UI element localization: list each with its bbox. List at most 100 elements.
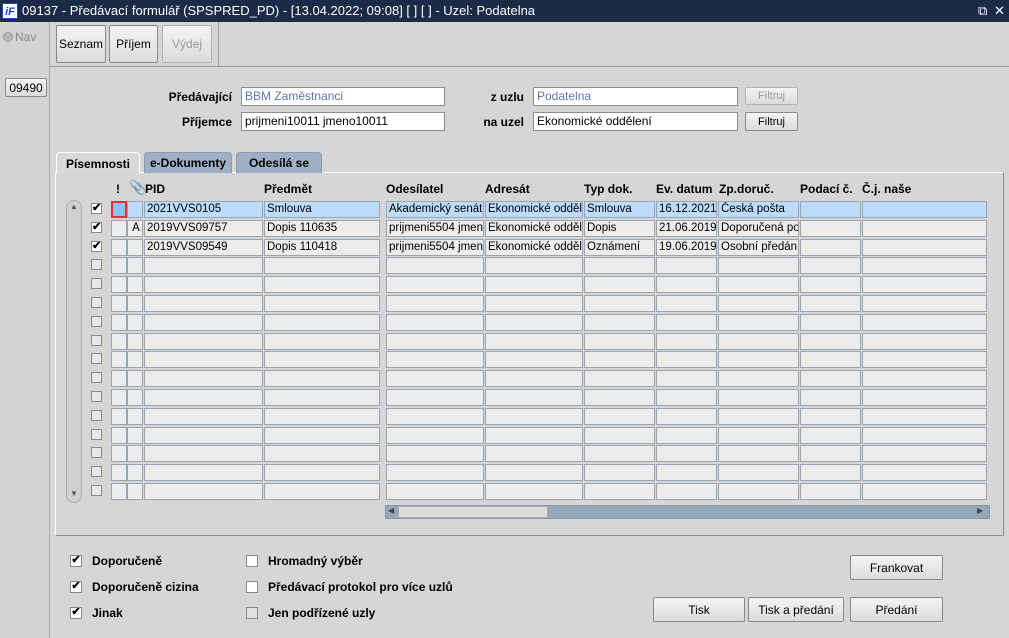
cell-odesilatel[interactable]	[386, 426, 484, 444]
scroll-down-icon[interactable]: ▼	[68, 489, 80, 501]
cell-odesilatel[interactable]	[386, 351, 484, 369]
cell-datum[interactable]	[656, 313, 717, 331]
cell-cj[interactable]	[862, 219, 987, 237]
row-checkbox[interactable]	[91, 334, 102, 346]
row-checkbox[interactable]	[91, 372, 102, 384]
cell-pid[interactable]	[144, 389, 263, 406]
cell-typ[interactable]	[584, 332, 655, 350]
cell-cj[interactable]	[862, 483, 987, 500]
cell-cj[interactable]	[862, 332, 987, 350]
cell-cj[interactable]	[862, 276, 987, 294]
cell-typ[interactable]: Oznámení	[584, 238, 655, 256]
cell-datum[interactable]: 16.12.2021	[656, 201, 717, 218]
cell-attach[interactable]	[127, 257, 143, 275]
cell-predmet[interactable]	[264, 295, 380, 312]
row-checkbox[interactable]: ✔	[91, 221, 102, 233]
cell-attach[interactable]	[127, 295, 143, 312]
cell-podaci[interactable]	[800, 257, 861, 275]
cell-podaci[interactable]	[800, 483, 861, 500]
cell-odesilatel[interactable]	[386, 464, 484, 482]
cell-flag[interactable]	[111, 332, 127, 350]
cell-attach[interactable]	[127, 313, 143, 331]
cell-adresat[interactable]	[485, 313, 583, 331]
cell-attach[interactable]	[127, 238, 143, 256]
cell-zp[interactable]	[718, 276, 799, 294]
cell-attach[interactable]: A	[127, 219, 143, 237]
cell-cj[interactable]	[862, 201, 987, 218]
header-podaci-c[interactable]: Podací č.	[800, 182, 853, 196]
z-uzlu-field[interactable]: Podatelna	[533, 87, 738, 106]
cell-pid[interactable]	[144, 445, 263, 463]
option-label[interactable]: Doporučeně cizina	[92, 580, 199, 594]
scroll-right-icon[interactable]: ▶	[977, 506, 987, 515]
cell-predmet[interactable]	[264, 313, 380, 331]
row-checkbox[interactable]	[91, 315, 102, 327]
cell-odesilatel[interactable]	[386, 407, 484, 425]
cell-typ[interactable]	[584, 389, 655, 406]
cell-pid[interactable]	[144, 483, 263, 500]
cell-flag[interactable]	[111, 276, 127, 294]
option-label[interactable]: Předávací protokol pro více uzlů	[268, 580, 453, 594]
cell-podaci[interactable]	[800, 238, 861, 256]
cell-pid[interactable]	[144, 370, 263, 388]
cell-pid[interactable]	[144, 426, 263, 444]
cell-datum[interactable]	[656, 464, 717, 482]
cell-adresat[interactable]	[485, 276, 583, 294]
cell-predmet[interactable]	[264, 257, 380, 275]
cell-podaci[interactable]	[800, 351, 861, 369]
row-checkbox[interactable]	[91, 297, 102, 308]
scroll-up-icon[interactable]: ▲	[68, 202, 80, 214]
cell-zp[interactable]	[718, 295, 799, 312]
cell-datum[interactable]: 19.06.2019	[656, 238, 717, 256]
cell-typ[interactable]	[584, 313, 655, 331]
header-typ-dok[interactable]: Typ dok.	[584, 182, 632, 196]
cell-predmet[interactable]	[264, 483, 380, 500]
cell-predmet[interactable]	[264, 351, 380, 369]
cell-zp[interactable]	[718, 257, 799, 275]
option-checkbox[interactable]: ✔	[70, 581, 82, 593]
header-pid[interactable]: PID	[145, 182, 165, 196]
cell-predmet[interactable]	[264, 464, 380, 482]
cell-flag[interactable]	[111, 464, 127, 482]
cell-odesilatel[interactable]: Akademický senát	[386, 201, 484, 218]
cell-podaci[interactable]	[800, 201, 861, 218]
row-checkbox[interactable]	[91, 485, 102, 496]
header-predmet[interactable]: Předmět	[264, 182, 312, 196]
cell-typ[interactable]	[584, 464, 655, 482]
tisk-button[interactable]: Tisk	[653, 597, 745, 622]
cell-predmet[interactable]	[264, 389, 380, 406]
filtruj-na-uzel-button[interactable]: Filtruj	[745, 112, 798, 131]
option-checkbox[interactable]: ✔	[70, 607, 82, 619]
cell-zp[interactable]	[718, 370, 799, 388]
cell-datum[interactable]	[656, 426, 717, 444]
cell-flag[interactable]	[111, 407, 127, 425]
cell-zp[interactable]	[718, 426, 799, 444]
cell-pid[interactable]	[144, 407, 263, 425]
cell-typ[interactable]	[584, 276, 655, 294]
cell-podaci[interactable]	[800, 464, 861, 482]
cell-predmet[interactable]	[264, 426, 380, 444]
cell-cj[interactable]	[862, 445, 987, 463]
header-cj-nase[interactable]: Č.j. naše	[862, 182, 911, 196]
cell-zp[interactable]	[718, 445, 799, 463]
cell-odesilatel[interactable]	[386, 257, 484, 275]
cell-datum[interactable]	[656, 295, 717, 312]
cell-typ[interactable]	[584, 483, 655, 500]
tab-e-dokumenty[interactable]: e-Dokumenty	[144, 152, 232, 173]
cell-attach[interactable]	[127, 370, 143, 388]
cell-attach[interactable]	[127, 445, 143, 463]
cell-datum[interactable]	[656, 351, 717, 369]
scroll-left-icon[interactable]: ◀	[388, 506, 398, 515]
cell-datum[interactable]	[656, 445, 717, 463]
header-ev-datum[interactable]: Ev. datum	[656, 182, 712, 196]
option-checkbox[interactable]	[246, 581, 258, 593]
row-checkbox[interactable]	[91, 447, 102, 459]
prijem-button[interactable]: Příjem	[109, 25, 158, 63]
cell-typ[interactable]	[584, 407, 655, 425]
cell-cj[interactable]	[862, 295, 987, 312]
cell-odesilatel[interactable]: prijmeni5504 jmeno5504	[386, 238, 484, 256]
cell-zp[interactable]: Osobní předání	[718, 238, 799, 256]
cell-pid[interactable]	[144, 313, 263, 331]
cell-pid[interactable]	[144, 295, 263, 312]
cell-podaci[interactable]	[800, 276, 861, 294]
